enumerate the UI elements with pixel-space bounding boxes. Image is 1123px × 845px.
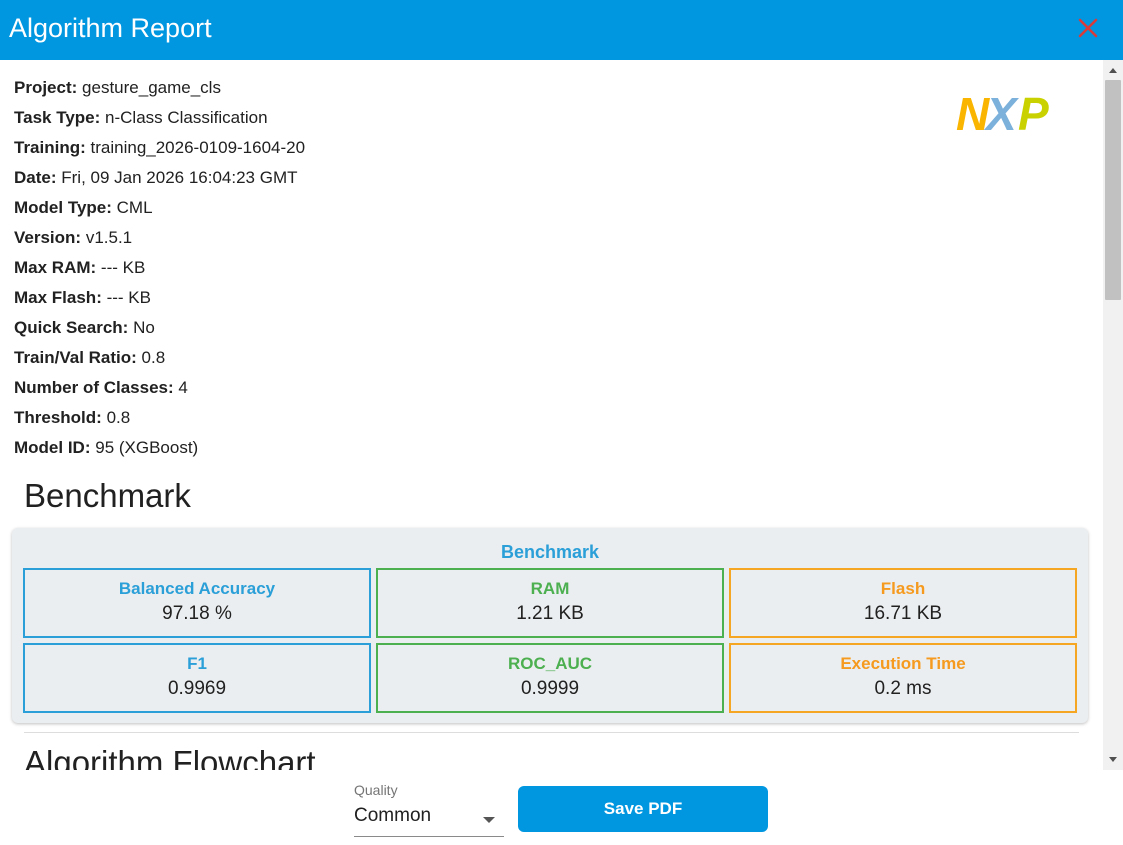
metric-flash: Flash 16.71 KB: [729, 568, 1077, 638]
close-icon[interactable]: [1074, 14, 1102, 42]
metric-roc-auc: ROC_AUC 0.9999: [376, 643, 724, 713]
quality-label: Quality: [354, 782, 398, 798]
meta-max-flash: Max Flash: --- KB: [14, 288, 151, 307]
dialog-footer: Quality Common Save PDF: [0, 770, 1123, 845]
meta-quick-search: Quick Search: No: [14, 318, 155, 337]
meta-max-ram: Max RAM: --- KB: [14, 258, 146, 277]
logo-letter-p: P: [1018, 90, 1049, 134]
quality-select[interactable]: Quality Common: [354, 780, 504, 837]
title-bar: Algorithm Report: [0, 0, 1123, 60]
report-metadata: Project: gesture_game_cls Task Type: n-C…: [14, 76, 305, 466]
logo-letter-n: N: [956, 90, 990, 134]
meta-task-type: Task Type: n-Class Classification: [14, 108, 268, 127]
quality-value[interactable]: Common: [354, 805, 431, 827]
scroll-down-arrow-icon[interactable]: [1109, 757, 1117, 762]
nxp-logo: N X P: [956, 90, 1049, 134]
section-divider: [24, 732, 1079, 733]
scroll-up-arrow-icon[interactable]: [1109, 68, 1117, 73]
scrollbar-thumb[interactable]: [1105, 80, 1121, 300]
metric-ram: RAM 1.21 KB: [376, 568, 724, 638]
benchmark-heading: Benchmark: [24, 477, 191, 514]
benchmark-card-title: Benchmark: [500, 542, 600, 562]
save-pdf-button[interactable]: Save PDF: [518, 786, 768, 832]
meta-number-of-classes: Number of Classes: 4: [14, 378, 188, 397]
window-title: Algorithm Report: [9, 13, 212, 43]
metric-execution-time: Execution Time 0.2 ms: [729, 643, 1077, 713]
meta-train-val-ratio: Train/Val Ratio: 0.8: [14, 348, 166, 367]
benchmark-card: Benchmark Balanced Accuracy 97.18 % RAM …: [12, 528, 1088, 723]
meta-date: Date: Fri, 09 Jan 2026 16:04:23 GMT: [14, 168, 298, 187]
report-content[interactable]: Project: gesture_game_cls Task Type: n-C…: [0, 60, 1103, 770]
meta-model-type: Model Type: CML: [14, 198, 153, 217]
algorithm-report-dialog: Algorithm Report Project: gesture_game_c…: [0, 0, 1123, 845]
quality-underline: [354, 836, 504, 837]
flowchart-heading: Algorithm Flowchart: [24, 744, 316, 770]
metric-balanced-accuracy: Balanced Accuracy 97.18 %: [23, 568, 371, 638]
meta-training: Training: training_2026-0109-1604-20: [14, 138, 306, 157]
meta-project: Project: gesture_game_cls: [14, 78, 221, 97]
chevron-down-icon[interactable]: [483, 817, 495, 823]
meta-threshold: Threshold: 0.8: [14, 408, 131, 427]
logo-letter-x: X: [983, 90, 1019, 134]
meta-version: Version: v1.5.1: [14, 228, 133, 247]
vertical-scrollbar[interactable]: [1103, 60, 1123, 770]
meta-model-id: Model ID: 95 (XGBoost): [14, 438, 199, 457]
metric-f1: F1 0.9969: [23, 643, 371, 713]
